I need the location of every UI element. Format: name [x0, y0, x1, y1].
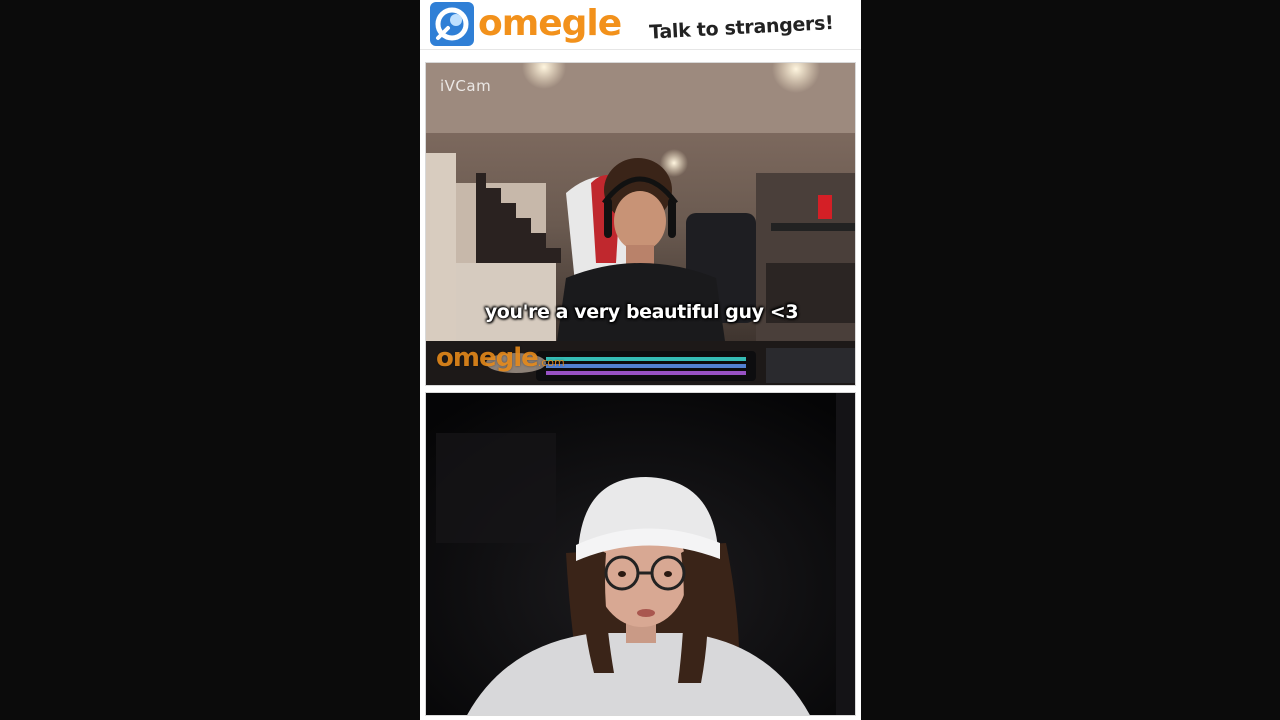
- omegle-logo-icon: [430, 2, 474, 46]
- screen-background: omegle Talk to strangers! iVCam you're a…: [0, 0, 1280, 720]
- tagline: Talk to strangers!: [648, 12, 834, 44]
- omegle-watermark: omegle.com: [436, 343, 565, 373]
- video-caption: you're a very beautiful guy <3: [484, 301, 799, 323]
- watermark-name: omegle: [436, 343, 539, 373]
- camera-source-label: iVCam: [440, 77, 492, 95]
- omegle-logo[interactable]: omegle: [430, 2, 622, 46]
- omegle-panel: omegle Talk to strangers! iVCam you're a…: [420, 0, 861, 720]
- self-video: [425, 392, 856, 716]
- header: omegle Talk to strangers!: [420, 0, 861, 50]
- self-video-feed: [426, 393, 855, 715]
- stranger-video: iVCam you're a very beautiful guy <3 ome…: [425, 62, 856, 386]
- logo-wordmark: omegle: [478, 3, 622, 44]
- watermark-suffix: .com: [537, 356, 565, 369]
- stranger-video-feed: [426, 63, 855, 385]
